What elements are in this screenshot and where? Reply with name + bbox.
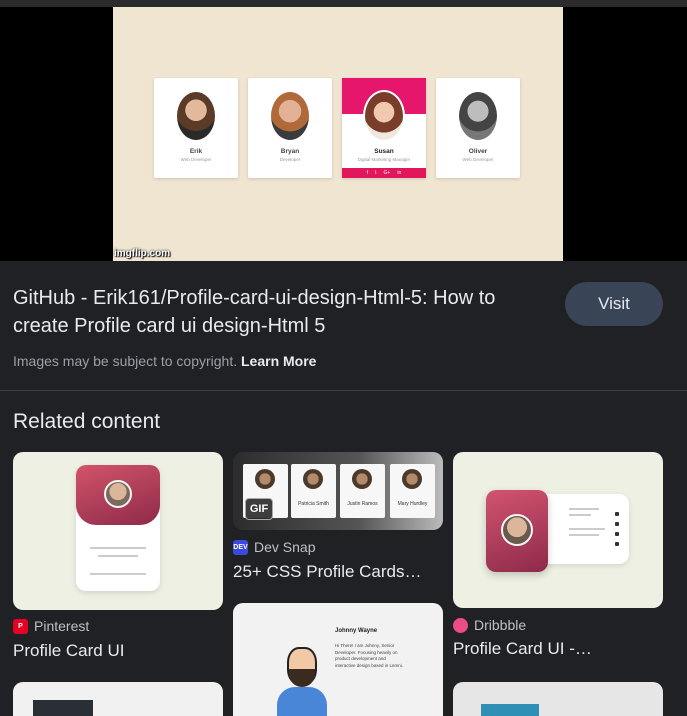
avatar bbox=[175, 90, 217, 142]
source-dribbble[interactable]: Dribbble bbox=[453, 617, 526, 633]
twitter-icon: t bbox=[375, 170, 377, 176]
card-name: Justin Ramos bbox=[347, 501, 378, 507]
card-name: Erik bbox=[189, 148, 203, 155]
dribbble-icon bbox=[453, 617, 468, 633]
card-role: Digital Marketing Manager bbox=[357, 157, 411, 162]
card-role: Developer bbox=[279, 157, 301, 162]
avatar bbox=[269, 90, 311, 142]
text-line bbox=[569, 508, 599, 510]
mini-profile-card: Patricia Smith bbox=[291, 464, 336, 518]
avatar bbox=[255, 469, 275, 489]
avatar bbox=[363, 90, 405, 142]
visit-button[interactable]: Visit bbox=[565, 282, 663, 326]
top-strip bbox=[0, 0, 687, 7]
pinterest-icon: P bbox=[13, 618, 28, 634]
related-thumbnail-pinterest[interactable] bbox=[13, 452, 223, 610]
divider bbox=[0, 390, 687, 391]
copyright-text: Images may be subject to copyright. bbox=[13, 353, 238, 369]
mini-profile-card: Mary Hurdley bbox=[390, 464, 435, 518]
avatar bbox=[501, 514, 533, 546]
avatar-illustration bbox=[277, 647, 327, 716]
card-name: Susan bbox=[374, 148, 394, 155]
social-bar: f t G+ in bbox=[342, 168, 426, 178]
avatar bbox=[402, 469, 422, 489]
card-name: Oliver bbox=[468, 148, 488, 155]
profile-card-susan: Susan Digital Marketing Manager f t G+ i… bbox=[342, 78, 426, 178]
source-name: Pinterest bbox=[34, 618, 90, 634]
source-devsnap[interactable]: DEV Dev Snap bbox=[233, 539, 315, 555]
preview-image[interactable]: Erik Web Developer Bryan Developer Susan… bbox=[113, 7, 563, 261]
card-name: Mary Hurdley bbox=[397, 501, 428, 507]
card-front bbox=[486, 490, 548, 572]
source-name: Dribbble bbox=[474, 617, 527, 633]
portfolio-name: Johnny Wayne bbox=[335, 628, 378, 634]
related-thumbnail-partial-right[interactable] bbox=[453, 682, 663, 716]
thumbnail-shape bbox=[481, 704, 539, 716]
card-name: Bryan bbox=[280, 148, 300, 155]
social-icon bbox=[615, 532, 619, 536]
social-icon bbox=[615, 512, 619, 516]
facebook-icon: f bbox=[366, 170, 369, 176]
illustration-body bbox=[277, 687, 327, 716]
text-line bbox=[90, 573, 146, 575]
image-preview[interactable]: Erik Web Developer Bryan Developer Susan… bbox=[0, 7, 687, 261]
source-pinterest[interactable]: P Pinterest bbox=[13, 618, 89, 634]
text-line bbox=[569, 534, 599, 536]
related-thumbnail-devsnap[interactable]: Patricia Smith Justin Ramos Mary Hurdley… bbox=[233, 452, 443, 530]
result-title-dribbble[interactable]: Profile Card UI -… bbox=[453, 639, 592, 659]
profile-card-image bbox=[76, 465, 160, 591]
watermark: imgflip.com bbox=[114, 248, 171, 259]
text-line bbox=[569, 528, 605, 530]
source-name: Dev Snap bbox=[254, 539, 316, 555]
google-plus-icon: G+ bbox=[383, 170, 391, 176]
avatar bbox=[352, 469, 372, 489]
thumbnail-shape bbox=[33, 700, 93, 716]
portfolio-bio: Hi There! I am Johnny, Senior Developer.… bbox=[335, 643, 404, 668]
result-title-pinterest[interactable]: Profile Card UI bbox=[13, 641, 124, 661]
card-role: Web Developer bbox=[180, 157, 212, 162]
illustration-beard bbox=[289, 669, 315, 687]
social-icon bbox=[615, 542, 619, 546]
social-icon bbox=[615, 522, 619, 526]
profile-card-erik: Erik Web Developer bbox=[154, 78, 238, 178]
result-title-link[interactable]: GitHub - Erik161/Profile-card-ui-design-… bbox=[13, 284, 553, 340]
learn-more-link[interactable]: Learn More bbox=[241, 353, 316, 369]
mini-profile-card: Justin Ramos bbox=[340, 464, 385, 518]
avatar bbox=[457, 90, 499, 142]
related-content-heading: Related content bbox=[13, 410, 161, 433]
linkedin-icon: in bbox=[397, 170, 402, 176]
related-thumbnail-dribbble[interactable] bbox=[453, 452, 663, 608]
card-role: Web Developer bbox=[462, 157, 494, 162]
profile-card-bryan: Bryan Developer bbox=[248, 78, 332, 178]
dev-icon: DEV bbox=[233, 539, 248, 555]
gif-badge: GIF bbox=[245, 498, 273, 520]
result-title-devsnap[interactable]: 25+ CSS Profile Cards… bbox=[233, 562, 422, 582]
card-name: Patricia Smith bbox=[298, 501, 329, 507]
avatar bbox=[303, 469, 323, 489]
copyright-notice: Images may be subject to copyright. Lear… bbox=[13, 353, 316, 369]
text-line bbox=[569, 514, 591, 516]
avatar bbox=[104, 480, 132, 508]
related-thumbnail-portfolio[interactable]: Johnny Wayne Hi There! I am Johnny, Seni… bbox=[233, 603, 443, 716]
profile-card-oliver: Oliver Web Developer bbox=[436, 78, 520, 178]
text-line bbox=[98, 555, 138, 557]
related-thumbnail-partial-left[interactable] bbox=[13, 682, 223, 716]
text-line bbox=[90, 547, 146, 549]
